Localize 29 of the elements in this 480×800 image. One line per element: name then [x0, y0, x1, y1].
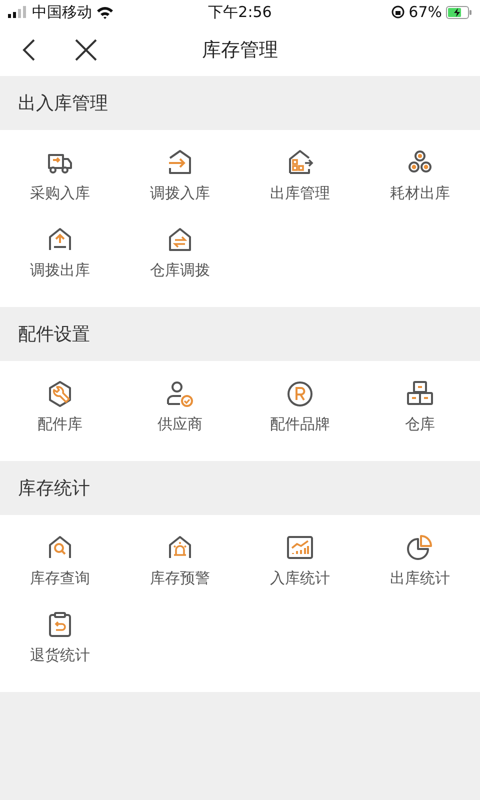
menu-item[interactable]: 配件品牌 [240, 371, 360, 448]
menu-item[interactable]: 仓库 [360, 371, 480, 448]
menu-item[interactable]: 库存预警 [120, 525, 240, 602]
battery-icon [446, 6, 472, 18]
menu-item[interactable]: 退货统计 [0, 602, 120, 679]
menu-item[interactable]: 出库管理 [240, 140, 360, 217]
menu-item[interactable]: 入库统计 [240, 525, 360, 602]
section-title: 库存统计 [18, 477, 90, 500]
section-title: 配件设置 [18, 323, 90, 346]
rotation-lock-icon [390, 5, 405, 19]
menu-item[interactable]: 采购入库 [0, 140, 120, 217]
menu-item[interactable]: 库存查询 [0, 525, 120, 602]
registered-mark-icon [285, 379, 315, 409]
battery-percent: 67% [408, 3, 442, 21]
menu-item[interactable]: 出库统计 [360, 525, 480, 602]
pie-chart-icon [405, 533, 435, 563]
page-title: 库存管理 [202, 39, 278, 61]
menu-item[interactable]: 耗材出库 [360, 140, 480, 217]
carrier-name: 中国移动 [32, 2, 92, 22]
person-check-icon [165, 379, 195, 409]
menu-item[interactable]: 供应商 [120, 371, 240, 448]
menu-item[interactable]: 仓库调拨 [120, 217, 240, 294]
menu-item[interactable]: 调拨出库 [0, 217, 120, 294]
wifi-icon [96, 6, 114, 18]
menu-item[interactable]: 配件库 [0, 371, 120, 448]
menu-item[interactable]: 调拨入库 [120, 140, 240, 217]
status-time: 下午2:56 [208, 2, 272, 22]
section-title: 出入库管理 [18, 92, 108, 115]
signal-icon [8, 6, 28, 18]
